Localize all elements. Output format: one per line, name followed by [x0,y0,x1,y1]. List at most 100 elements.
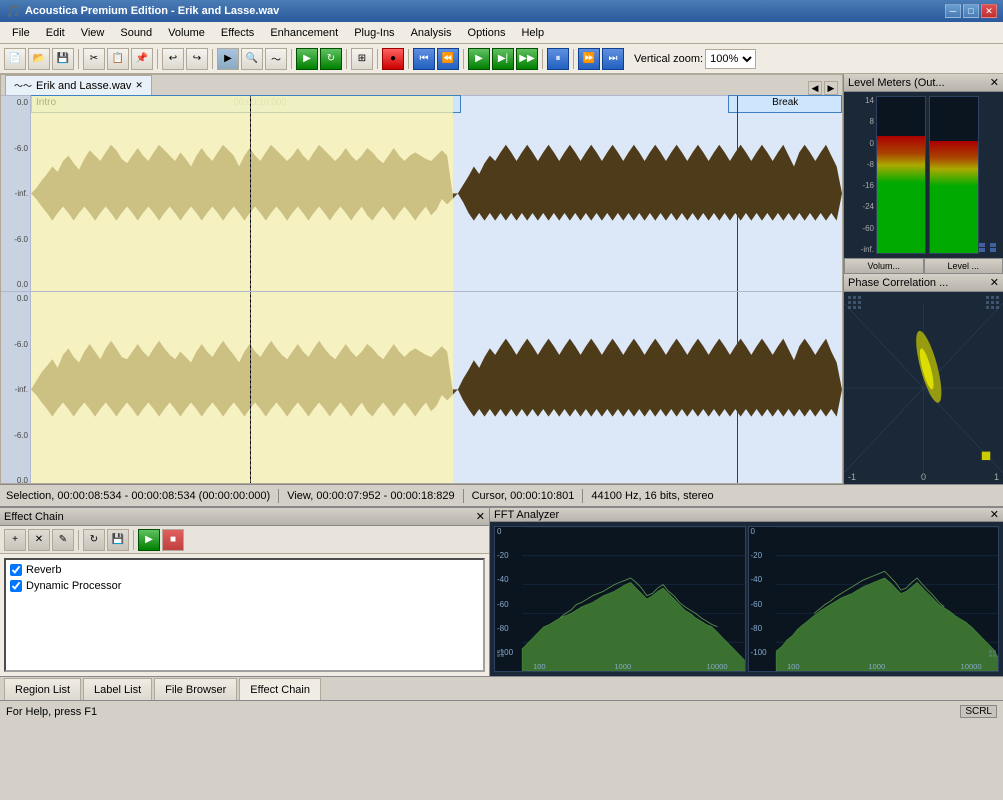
track2-scale: 0.0 -6.0 -inf. -6.0 0.0 [1,292,31,484]
meter-tab-volume[interactable]: Volum... [844,258,924,274]
fft-left-y-scale: 0 -20 -40 -60 -80 -100 [497,527,513,657]
svg-text:100: 100 [786,662,799,671]
menu-effects[interactable]: Effects [213,25,262,41]
vertical-zoom-label: Vertical zoom: [634,53,703,65]
meter-tab-level[interactable]: Level ... [924,258,1003,274]
phase-close[interactable]: ✕ [990,276,999,289]
toolbar-play2[interactable]: ▶ [468,48,490,70]
toolbar-new[interactable]: 📄 [4,48,26,70]
bottom-tab-label-list[interactable]: Label List [83,678,152,700]
effect-add-btn[interactable]: + [4,529,26,551]
tab-bar: 〜〜 Erik and Lasse.wav ✕ ◀ ▶ [1,75,842,95]
fft-graph-right: 0 -20 -40 -60 -80 -100 [748,526,1000,672]
menu-sound[interactable]: Sound [112,25,160,41]
tab-close-button[interactable]: ✕ [135,80,143,91]
close-button[interactable]: ✕ [981,4,997,18]
toolbar-ff-end[interactable]: ⏭ [602,48,624,70]
meter-bar-right-fill [930,141,978,253]
effect-play-btn[interactable]: ▶ [138,529,160,551]
effect-item-dynamic-processor: Dynamic Processor [8,578,481,594]
bottom-tab-file-browser[interactable]: File Browser [154,678,237,700]
toolbar-play3[interactable]: ▶▶ [516,48,538,70]
toolbar-play-sel[interactable]: ▶| [492,48,514,70]
bottom-tab-region-list[interactable]: Region List [4,678,81,700]
effect-edit-btn[interactable]: ✎ [52,529,74,551]
toolbar-play[interactable]: ▶ [296,48,318,70]
toolbar-redo[interactable]: ↪ [186,48,208,70]
toolbar-zoom-in[interactable]: 🔍 [241,48,263,70]
effect-remove-btn[interactable]: ✕ [28,529,50,551]
tab-prev[interactable]: ◀ [808,81,822,95]
toolbar-play-loop[interactable]: ↻ [320,48,342,70]
level-meters-panel: Level Meters (Out... ✕ 14 8 0 -8 -16 -24… [844,74,1003,274]
track2: 0.0 -6.0 -inf. -6.0 0.0 [1,292,842,484]
toolbar-sep1 [78,49,79,69]
toolbar-rewind[interactable]: ⏪ [437,48,459,70]
toolbar-rewind-start[interactable]: ⏮ [413,48,435,70]
menu-enhancement[interactable]: Enhancement [262,25,346,41]
effect-chain-header: Effect Chain ✕ [0,508,489,526]
menu-plugins[interactable]: Plug-Ins [346,25,402,41]
fft-analyzer-panel: FFT Analyzer ✕ 0 -20 -40 -60 -80 -100 [490,508,1003,676]
toolbar-copy[interactable]: 📋 [107,48,129,70]
menu-bar: File Edit View Sound Volume Effects Enha… [0,22,1003,44]
vertical-zoom-select[interactable]: 100% 200% 50% [705,49,756,69]
meter-bar-left [876,96,926,254]
svg-text:10000: 10000 [960,662,981,671]
menu-view[interactable]: View [73,25,113,41]
menu-volume[interactable]: Volume [160,25,213,41]
phase-label-left: -1 [848,472,856,482]
toolbar-ff[interactable]: ⏩ [578,48,600,70]
menu-analysis[interactable]: Analysis [403,25,460,41]
cursor-line-2 [250,292,251,484]
help-text: For Help, press F1 [6,706,97,718]
effect-chain-close[interactable]: ✕ [476,510,485,523]
toolbar-pause[interactable]: ⏸ [547,48,569,70]
status-sep2 [463,489,464,503]
toolbar-cut[interactable]: ✂ [83,48,105,70]
toolbar-record[interactable]: ● [382,48,404,70]
tab-icon: 〜〜 [14,79,32,92]
toolbar-undo[interactable]: ↩ [162,48,184,70]
dots-grid [979,243,999,252]
fft-right-svg: 100 1000 10000 [749,527,999,671]
fft-right-y-scale: 0 -20 -40 -60 -80 -100 [751,527,767,657]
meter-grid-right [979,96,999,254]
effect-dynamic-processor-checkbox[interactable] [10,580,22,592]
main-tab[interactable]: 〜〜 Erik and Lasse.wav ✕ [5,75,152,95]
phase-panel: Phase Correlation ... ✕ [844,274,1003,484]
maximize-button[interactable]: □ [963,4,979,18]
fft-close[interactable]: ✕ [990,508,999,521]
toolbar-grid[interactable]: ⊞ [351,48,373,70]
app-title-area: 🎵 Acoustica Premium Edition - Erik and L… [6,4,279,18]
effect-refresh-btn[interactable]: ↻ [83,529,105,551]
menu-file[interactable]: File [4,25,38,41]
toolbar-save[interactable]: 💾 [52,48,74,70]
app-title: Acoustica Premium Edition - Erik and Las… [25,5,279,17]
toolbar-sep6 [377,49,378,69]
fft-left-svg: 100 1000 10000 [495,527,745,671]
menu-help[interactable]: Help [513,25,552,41]
window-controls[interactable]: ─ □ ✕ [945,4,997,18]
toolbar-sep10 [573,49,574,69]
toolbar-envelope[interactable]: 〜 [265,48,287,70]
effect-save-btn[interactable]: 💾 [107,529,129,551]
track1-waveform[interactable] [31,96,842,291]
toolbar-open[interactable]: 📂 [28,48,50,70]
effect-stop-btn[interactable]: ■ [162,529,184,551]
toolbar-select[interactable]: ▶ [217,48,239,70]
tab-next[interactable]: ▶ [824,81,838,95]
menu-options[interactable]: Options [460,25,514,41]
status-bar: Selection, 00:00:08:534 - 00:00:08:534 (… [0,484,1003,506]
track2-waveform[interactable] [31,292,842,484]
effect-chain-panel: Effect Chain ✕ + ✕ ✎ ↻ 💾 ▶ ■ Reverb Dyna… [0,508,490,676]
minimize-button[interactable]: ─ [945,4,961,18]
level-meters-close[interactable]: ✕ [990,76,999,89]
menu-edit[interactable]: Edit [38,25,73,41]
bottom-tab-effect-chain[interactable]: Effect Chain [239,678,321,700]
effect-reverb-checkbox[interactable] [10,564,22,576]
toolbar-paste[interactable]: 📌 [131,48,153,70]
track1: 0.0 -6.0 -inf. -6.0 0.0 [1,96,842,292]
meter-tab-bar: Volum... Level ... [844,258,1003,274]
toolbar-sep5 [346,49,347,69]
